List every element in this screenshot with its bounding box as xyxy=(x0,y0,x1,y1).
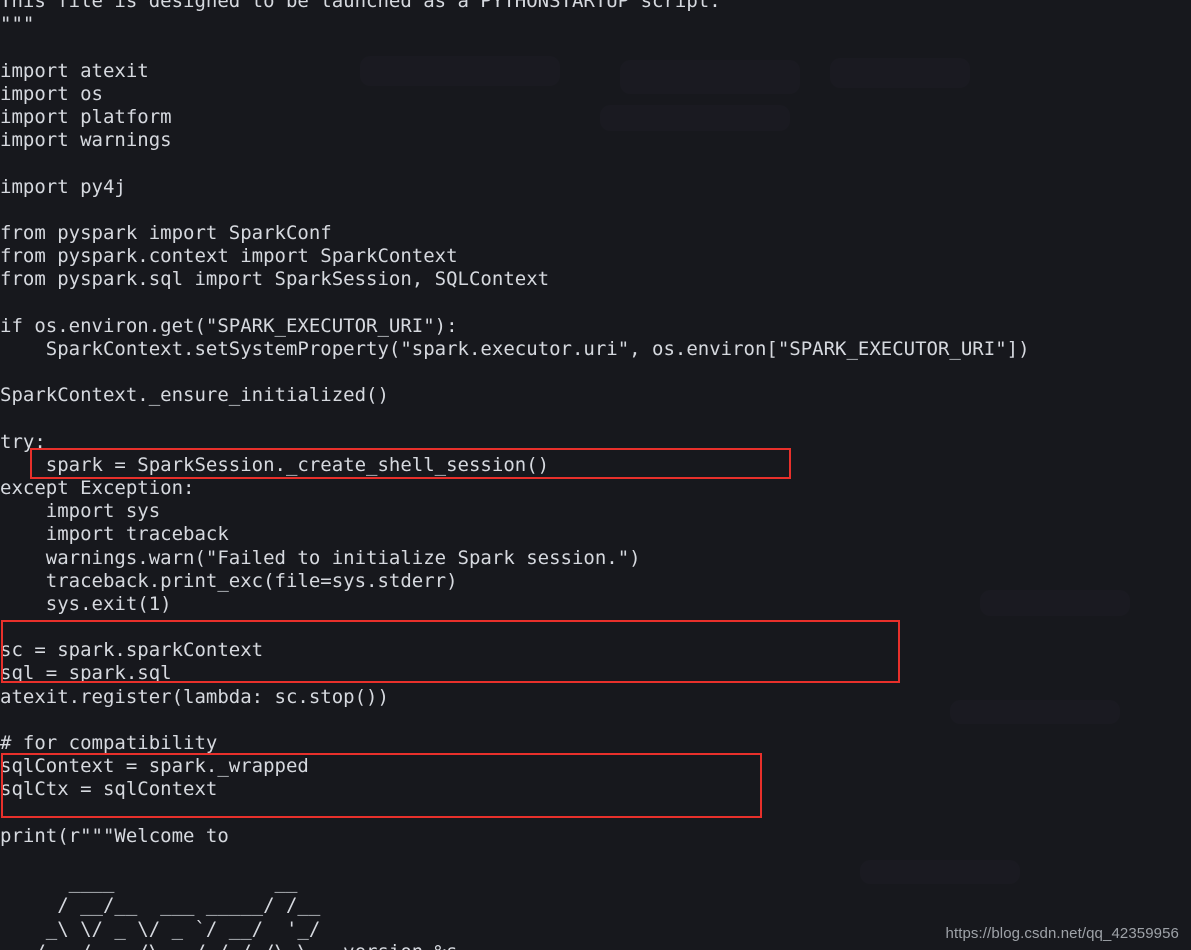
code-line: SparkContext._ensure_initialized() xyxy=(0,384,389,407)
code-line: import traceback xyxy=(0,523,229,546)
code-line: import sys xyxy=(0,500,161,523)
watermark: https://blog.csdn.net/qq_42359956 xyxy=(945,925,1179,942)
highlight-sqlcontext[interactable] xyxy=(1,753,762,818)
code-viewer-window: This file is designed to be launched as … xyxy=(0,0,1191,950)
code-line: from pyspark.sql import SparkSession, SQ… xyxy=(0,268,550,291)
code-line: from pyspark.context import SparkContext xyxy=(0,245,458,268)
code-line: import warnings xyxy=(0,129,172,152)
code-line: / __/__ ___ _____/ /__ xyxy=(0,894,321,917)
code-line: from pyspark import SparkConf xyxy=(0,221,332,244)
code-line: /__ / .__/\_,_/_/ /_/\_\ version %s xyxy=(0,941,1191,950)
code-line: SparkContext.setSystemProperty("spark.ex… xyxy=(0,337,1030,360)
code-line: atexit.register(lambda: sc.stop()) xyxy=(0,685,389,708)
highlight-sc-and-sql[interactable] xyxy=(1,620,900,683)
code-line: This file is designed to be launched as … xyxy=(0,0,721,12)
code-line: """ xyxy=(0,13,35,36)
code-line: traceback.print_exc(file=sys.stderr) xyxy=(0,569,458,592)
code-line: ____ __ xyxy=(0,871,298,894)
code-line: print(r"""Welcome to xyxy=(0,824,229,847)
code-line: import platform xyxy=(0,105,172,128)
code-line: import atexit xyxy=(0,59,149,82)
code-line: # for compatibility xyxy=(0,732,218,754)
code-line: sys.exit(1) xyxy=(0,592,172,615)
highlight-create-shell-session[interactable] xyxy=(30,448,791,479)
code-line: import os xyxy=(0,82,103,105)
code-line: import py4j xyxy=(0,175,126,198)
code-line: if os.environ.get("SPARK_EXECUTOR_URI"): xyxy=(0,314,458,337)
code-line: warnings.warn("Failed to initialize Spar… xyxy=(0,546,641,569)
code-line: except Exception: xyxy=(0,476,195,499)
